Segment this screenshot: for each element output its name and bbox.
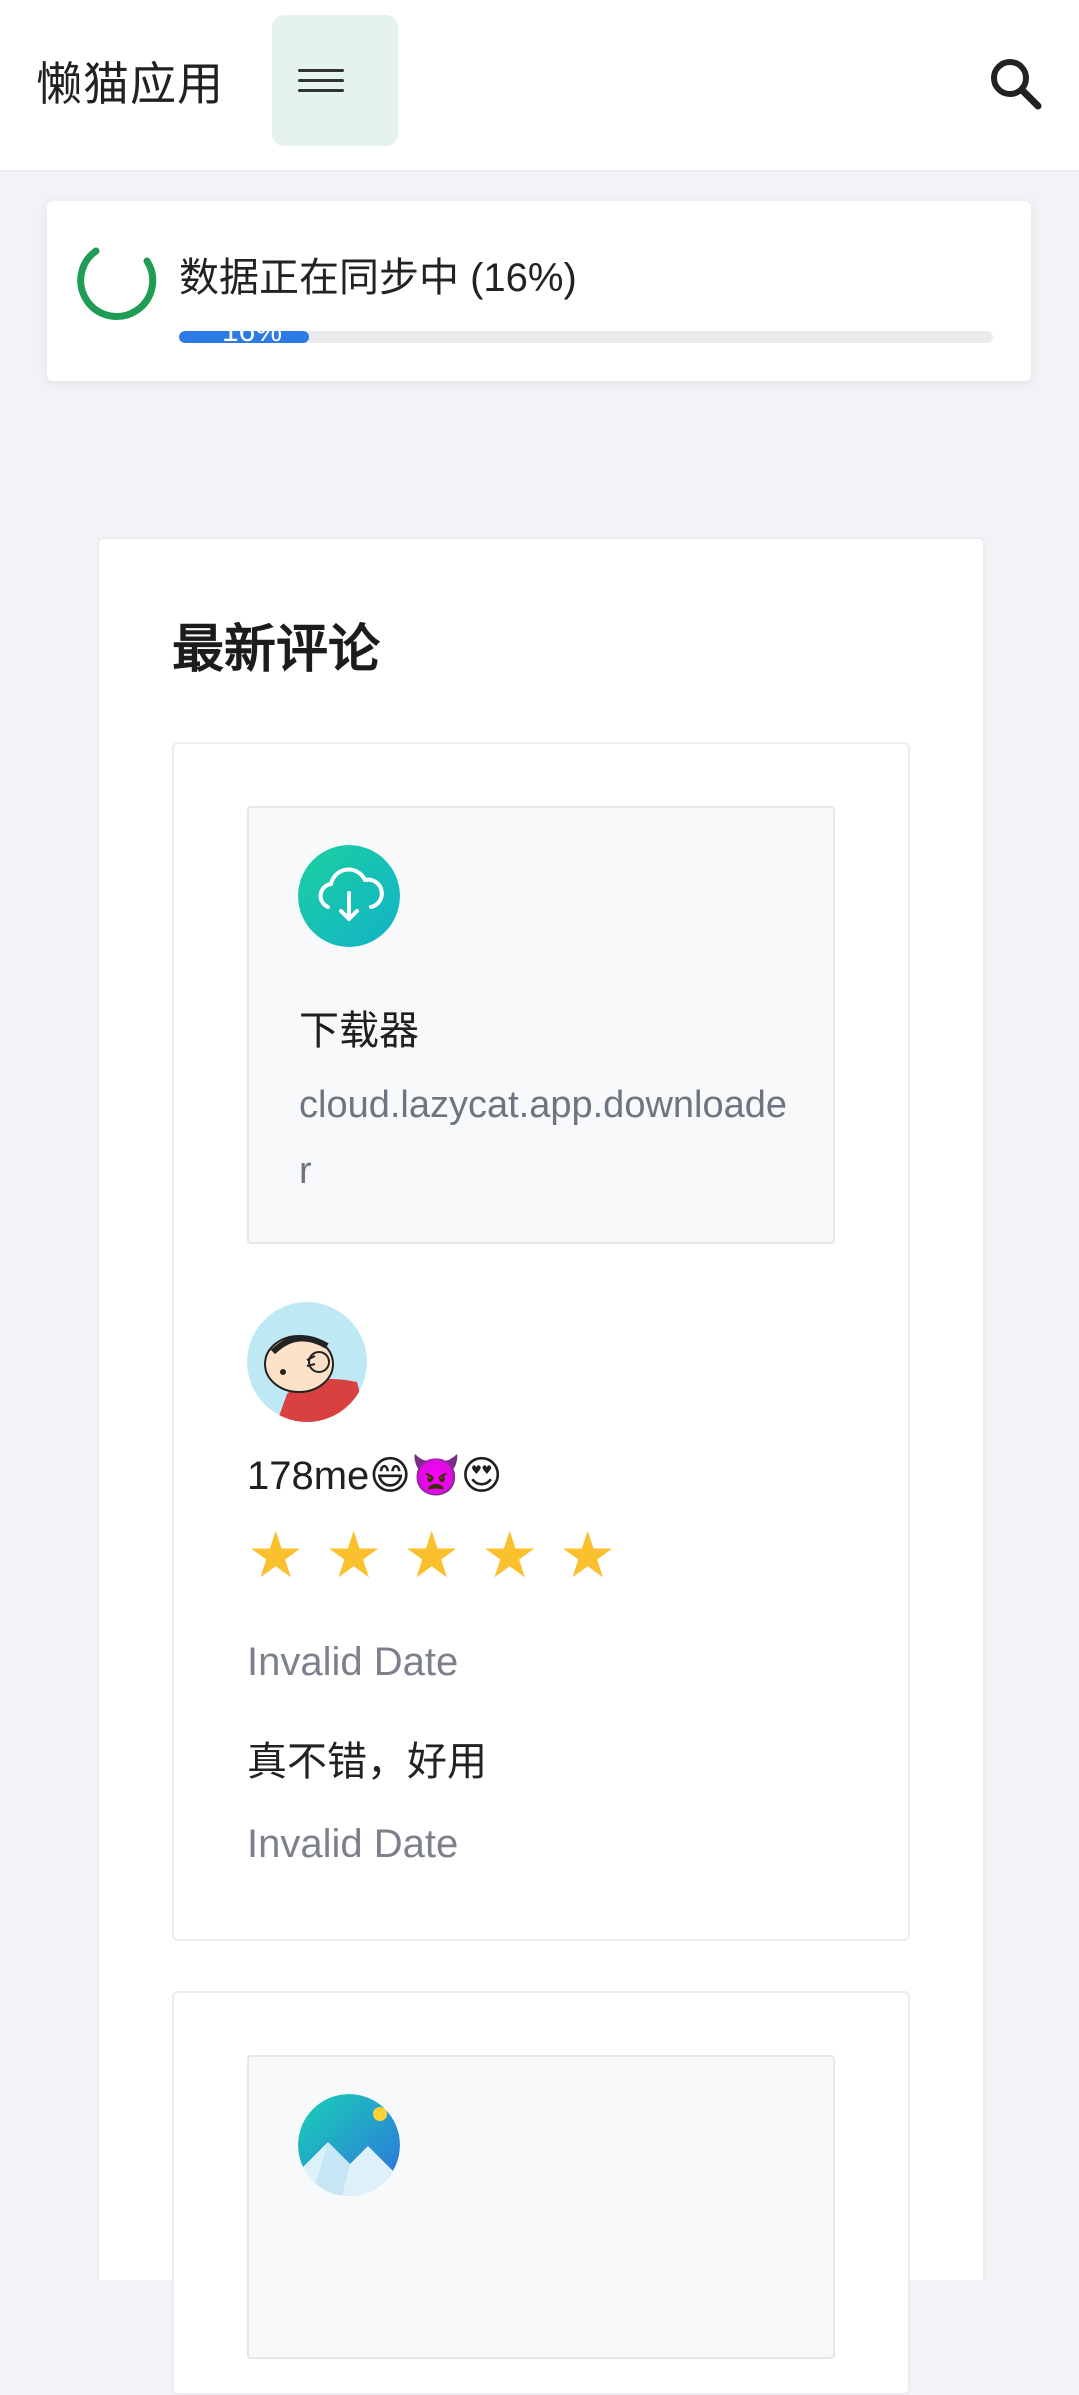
star-icon: ★: [559, 1519, 617, 1593]
gallery-mountain-icon: [298, 2094, 400, 2196]
menu-button[interactable]: [272, 15, 398, 146]
cloud-download-icon: [298, 845, 400, 947]
app-package-id: cloud.lazycat.app.downloader: [299, 1084, 788, 1192]
loading-spinner-icon: [77, 247, 157, 320]
star-icon: ★: [325, 1519, 383, 1593]
latest-reviews-panel: 最新评论 下载器 cloud.lazycat.app.downloader 17…: [97, 537, 985, 2395]
sync-status-text: 数据正在同步中 (16%): [179, 256, 577, 300]
review-comment: 真不错，好用: [247, 1740, 487, 1784]
search-button[interactable]: [986, 54, 1046, 114]
star-icon: ★: [403, 1519, 461, 1593]
review-date: Invalid Date: [247, 1640, 459, 1684]
star-icon: ★: [481, 1519, 539, 1593]
review-username: 178me😄👿😍: [247, 1454, 503, 1498]
app-title: 懒猫应用: [36, 58, 224, 110]
review-card: [172, 1991, 910, 2395]
star-icon: ★: [247, 1519, 305, 1593]
review-date: Invalid Date: [247, 1822, 459, 1866]
app-info-box[interactable]: [247, 2055, 835, 2359]
user-avatar: [247, 1302, 367, 1422]
app-name: 下载器: [299, 1009, 419, 1053]
sync-status-card: 数据正在同步中 (16%) 16%: [47, 201, 1031, 381]
app-info-box[interactable]: 下载器 cloud.lazycat.app.downloader: [247, 806, 835, 1244]
review-card: 下载器 cloud.lazycat.app.downloader 178me😄👿…: [172, 742, 910, 1941]
search-icon: [991, 59, 1042, 110]
sync-progress-bar: [179, 331, 993, 343]
sync-progress-label: 16%: [222, 317, 283, 343]
section-title: 最新评论: [172, 621, 381, 679]
app-header: 懒猫应用: [0, 0, 1079, 172]
